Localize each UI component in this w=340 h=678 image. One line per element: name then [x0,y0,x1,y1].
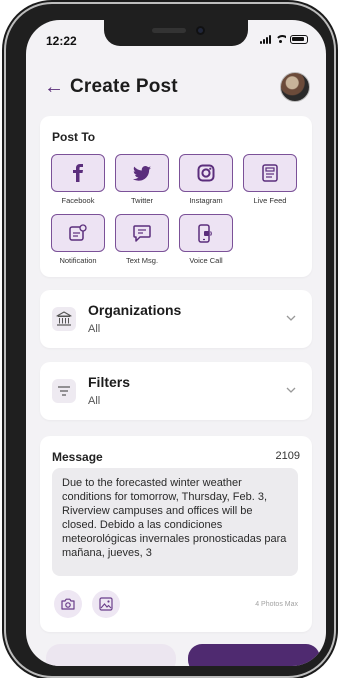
chevron-down-icon [286,310,296,324]
post-to-title: Post To [52,130,96,144]
camera-icon [61,598,75,610]
filters-title: Filters [88,374,131,390]
post-to-card: Post To Facebook Twitter Instagram Live … [40,116,312,277]
status-icons [260,35,308,44]
organizations-value: All [88,323,101,335]
photos-max-label: 4 Photos Max [255,601,298,608]
channel-facebook[interactable]: Facebook [50,154,106,205]
voice-call-icon [179,214,233,252]
channel-label: Voice Call [189,256,223,265]
phone-frame: 12:22 ← Create Post Post To Facebook Twi… [6,4,334,676]
battery-icon [290,35,308,44]
speaker [152,28,186,33]
screen: 12:22 ← Create Post Post To Facebook Twi… [26,20,326,666]
filter-icon [52,379,76,403]
channel-label: Live Feed [253,196,287,205]
gallery-button[interactable] [92,590,120,618]
organizations-title: Organizations [88,302,182,318]
channel-twitter[interactable]: Twitter [114,154,170,205]
notch [104,20,248,46]
avatar[interactable] [280,72,310,102]
header: ← Create Post [26,70,326,110]
wifi-icon [275,35,286,44]
camera-button[interactable] [54,590,82,618]
status-time: 12:22 [46,34,77,48]
image-icon [99,597,113,611]
facebook-icon [51,154,105,192]
organizations-select[interactable]: Organizations All [40,290,312,348]
filters-select[interactable]: Filters All [40,362,312,420]
message-textarea[interactable]: Due to the forecasted winter weather con… [52,468,298,576]
text-message-icon [115,214,169,252]
channel-voice-call[interactable]: Voice Call [178,214,234,265]
channel-instagram[interactable]: Instagram [178,154,234,205]
camera-dot [196,26,205,35]
twitter-icon [115,154,169,192]
building-icon [52,307,76,331]
channel-label: Facebook [61,196,95,205]
channel-notification[interactable]: Notification [50,214,106,265]
message-card: Message 2109 Due to the forecasted winte… [40,436,312,632]
secondary-action-button[interactable] [46,644,176,666]
back-arrow-icon[interactable]: ← [44,76,66,98]
channel-label: Instagram [189,196,223,205]
channel-label: Notification [59,256,97,265]
channel-label: Text Msg. [125,256,159,265]
signal-icon [260,35,271,44]
chevron-down-icon [286,382,296,396]
live-feed-icon [243,154,297,192]
primary-action-button[interactable] [188,644,320,666]
channel-live-feed[interactable]: Live Feed [242,154,298,205]
message-title: Message [52,450,103,464]
message-char-count: 2109 [275,450,300,462]
channel-text-msg[interactable]: Text Msg. [114,214,170,265]
instagram-icon [179,154,233,192]
filters-value: All [88,395,101,407]
notification-icon [51,214,105,252]
page-title: Create Post [70,76,178,97]
channel-label: Twitter [130,196,154,205]
